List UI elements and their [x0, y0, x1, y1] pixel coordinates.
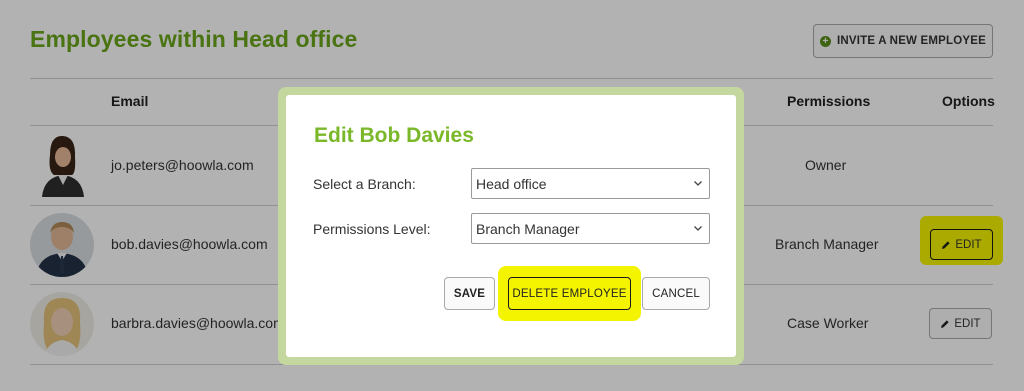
permissions-label: Permissions Level: — [313, 221, 431, 237]
permissions-select-value: Branch Manager — [476, 220, 580, 237]
branch-label: Select a Branch: — [313, 176, 416, 192]
delete-employee-button[interactable]: DELETE EMPLOYEE — [508, 277, 631, 310]
chevron-down-icon — [694, 181, 702, 186]
permissions-select[interactable]: Branch Manager — [471, 213, 710, 244]
branch-select-value: Head office — [476, 175, 547, 192]
save-button[interactable]: SAVE — [444, 277, 495, 310]
branch-select[interactable]: Head office — [471, 168, 710, 199]
modal-title: Edit Bob Davies — [314, 124, 474, 147]
cancel-button[interactable]: CANCEL — [642, 277, 710, 310]
chevron-down-icon — [694, 226, 702, 231]
